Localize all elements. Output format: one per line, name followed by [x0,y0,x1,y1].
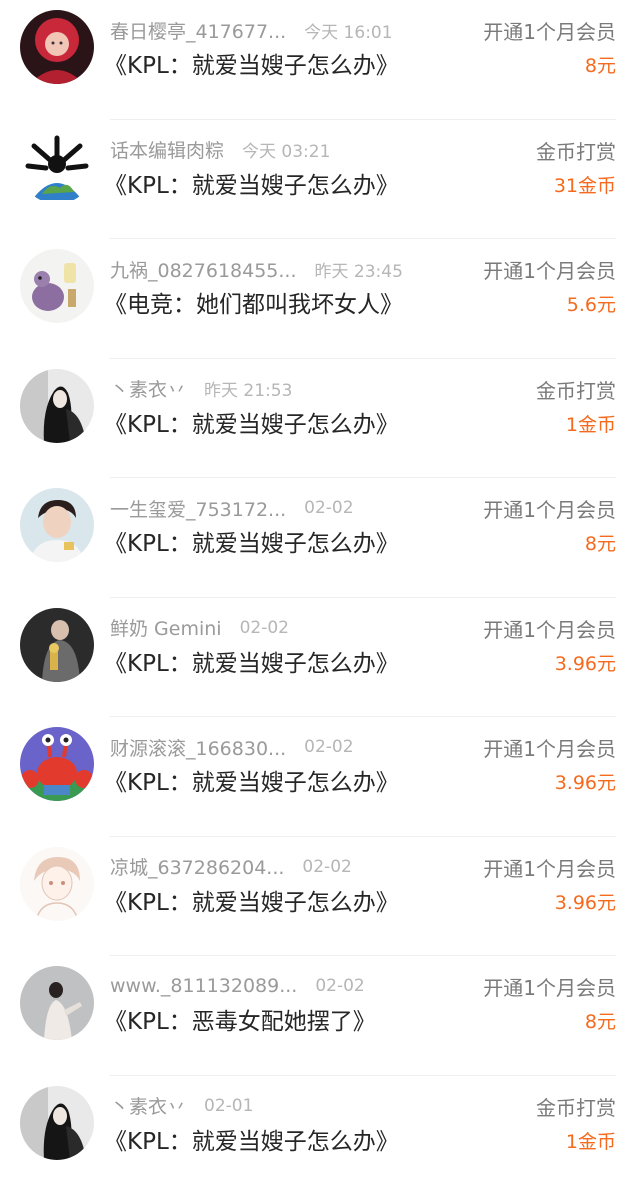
amount: 8元 [584,533,616,555]
avatar[interactable] [20,129,94,204]
amount: 3.96元 [554,772,616,794]
avatar-grey-photo-icon [20,966,94,1040]
timestamp: 02-02 [304,737,354,757]
avatar-black-white-photo-icon [20,1085,94,1160]
username[interactable]: 春日樱亭_417677... [110,17,286,44]
list-item[interactable]: 丶素衣丷 昨天 21:53 《KPL：就爱当嫂子怎么办》 金币打赏 1金币 [0,359,640,479]
username[interactable]: 话本编辑肉粽 [110,136,224,163]
amount: 8元 [584,1011,616,1033]
avatar[interactable] [20,368,94,443]
timestamp: 02-01 [204,1095,254,1116]
work-title: 《KPL：就爱当嫂子怎么办》 [104,650,399,677]
work-title: 《KPL：就爱当嫂子怎么办》 [104,531,399,557]
amount: 1金币 [565,413,616,436]
list-item[interactable]: 凉城_637286204... 02-02 《KPL：就爱当嫂子怎么办》 开通1… [0,837,640,957]
avatar-crab-cartoon-icon [20,727,94,801]
work-title: 《KPL：就爱当嫂子怎么办》 [104,770,399,796]
username[interactable]: 凉城_637286204... [110,853,284,880]
list-item[interactable]: 话本编辑肉粽 今天 03:21 《KPL：就爱当嫂子怎么办》 金币打赏 31金币 [0,120,640,240]
action-label: 开通1个月会员 [483,20,616,44]
timestamp: 02-02 [304,498,354,518]
action-label: 开通1个月会员 [483,498,616,522]
list-item[interactable]: 财源滚滚_166830... 02-02 《KPL：就爱当嫂子怎么办》 开通1个… [0,717,640,837]
amount: 1金币 [565,1130,616,1153]
action-label: 金币打赏 [536,139,616,164]
username[interactable]: 九祸_0827618455... [110,256,297,283]
avatar[interactable] [20,727,94,801]
avatar[interactable] [20,488,94,562]
timestamp: 02-02 [315,976,365,996]
username[interactable]: 鲜奶 Gemini [110,614,222,641]
action-label: 开通1个月会员 [483,259,616,283]
work-title: 《KPL：就爱当嫂子怎么办》 [104,172,399,199]
list-item[interactable]: 九祸_0827618455... 昨天 23:45 《电竞：她们都叫我坏女人》 … [0,239,640,359]
timestamp: 02-02 [239,617,289,638]
work-title: 《KPL：就爱当嫂子怎么办》 [104,1128,399,1155]
avatar[interactable] [20,10,94,84]
amount: 8元 [584,55,616,77]
timestamp: 今天 16:01 [304,22,393,43]
avatar[interactable] [20,966,94,1040]
username[interactable]: 丶素衣丷 [110,1092,186,1119]
avatar[interactable] [20,846,94,921]
username[interactable]: 一生玺爱_753172... [110,495,286,522]
list-item[interactable]: www._811132089... 02-02 《KPL：恶毒女配她摆了》 开通… [0,956,640,1076]
work-title: 《KPL：就爱当嫂子怎么办》 [104,411,399,438]
avatar-earth-bones-icon [20,129,94,204]
work-title: 《KPL：就爱当嫂子怎么办》 [104,53,399,79]
username[interactable]: www._811132089... [110,975,297,997]
action-label: 开通1个月会员 [483,737,616,761]
work-title: 《KPL：恶毒女配她摆了》 [104,1009,376,1035]
timestamp: 昨天 23:45 [314,261,403,282]
avatar-award-photo-icon [20,607,94,682]
amount: 3.96元 [554,891,616,914]
avatar[interactable] [20,607,94,682]
action-label: 开通1个月会员 [483,976,616,1000]
avatar-black-white-photo-icon [20,368,94,443]
username[interactable]: 丶素衣丷 [110,375,186,402]
action-label: 开通1个月会员 [483,856,616,881]
avatar-boy-photo-icon [20,488,94,562]
work-title: 《KPL：就爱当嫂子怎么办》 [104,889,399,916]
amount: 3.96元 [554,652,616,675]
timestamp: 今天 03:21 [242,142,331,162]
username[interactable]: 财源滚滚_166830... [110,734,286,761]
avatar-girl-red-hair-icon [20,10,94,84]
list-item[interactable]: 春日樱亭_417677... 今天 16:01 《KPL：就爱当嫂子怎么办》 开… [0,0,640,120]
list-item[interactable]: 一生玺爱_753172... 02-02 《KPL：就爱当嫂子怎么办》 开通1个… [0,478,640,598]
avatar-anime-sketch-icon [20,846,94,921]
action-label: 开通1个月会员 [483,617,616,642]
action-label: 金币打赏 [536,1095,616,1120]
income-record-list: 春日樱亭_417677... 今天 16:01 《KPL：就爱当嫂子怎么办》 开… [0,0,640,1183]
avatar[interactable] [20,1085,94,1160]
list-item[interactable]: 鲜奶 Gemini 02-02 《KPL：就爱当嫂子怎么办》 开通1个月会员 3… [0,598,640,718]
avatar-purple-cartoon-icon [20,249,94,323]
amount: 31金币 [553,174,616,197]
timestamp: 昨天 21:53 [204,381,293,401]
timestamp: 02-02 [302,856,352,877]
amount: 5.6元 [566,294,616,316]
list-item[interactable]: 丶素衣丷 02-01 《KPL：就爱当嫂子怎么办》 金币打赏 1金币 [0,1076,640,1183]
work-title: 《电竞：她们都叫我坏女人》 [104,292,403,318]
avatar[interactable] [20,249,94,323]
action-label: 金币打赏 [536,378,616,403]
